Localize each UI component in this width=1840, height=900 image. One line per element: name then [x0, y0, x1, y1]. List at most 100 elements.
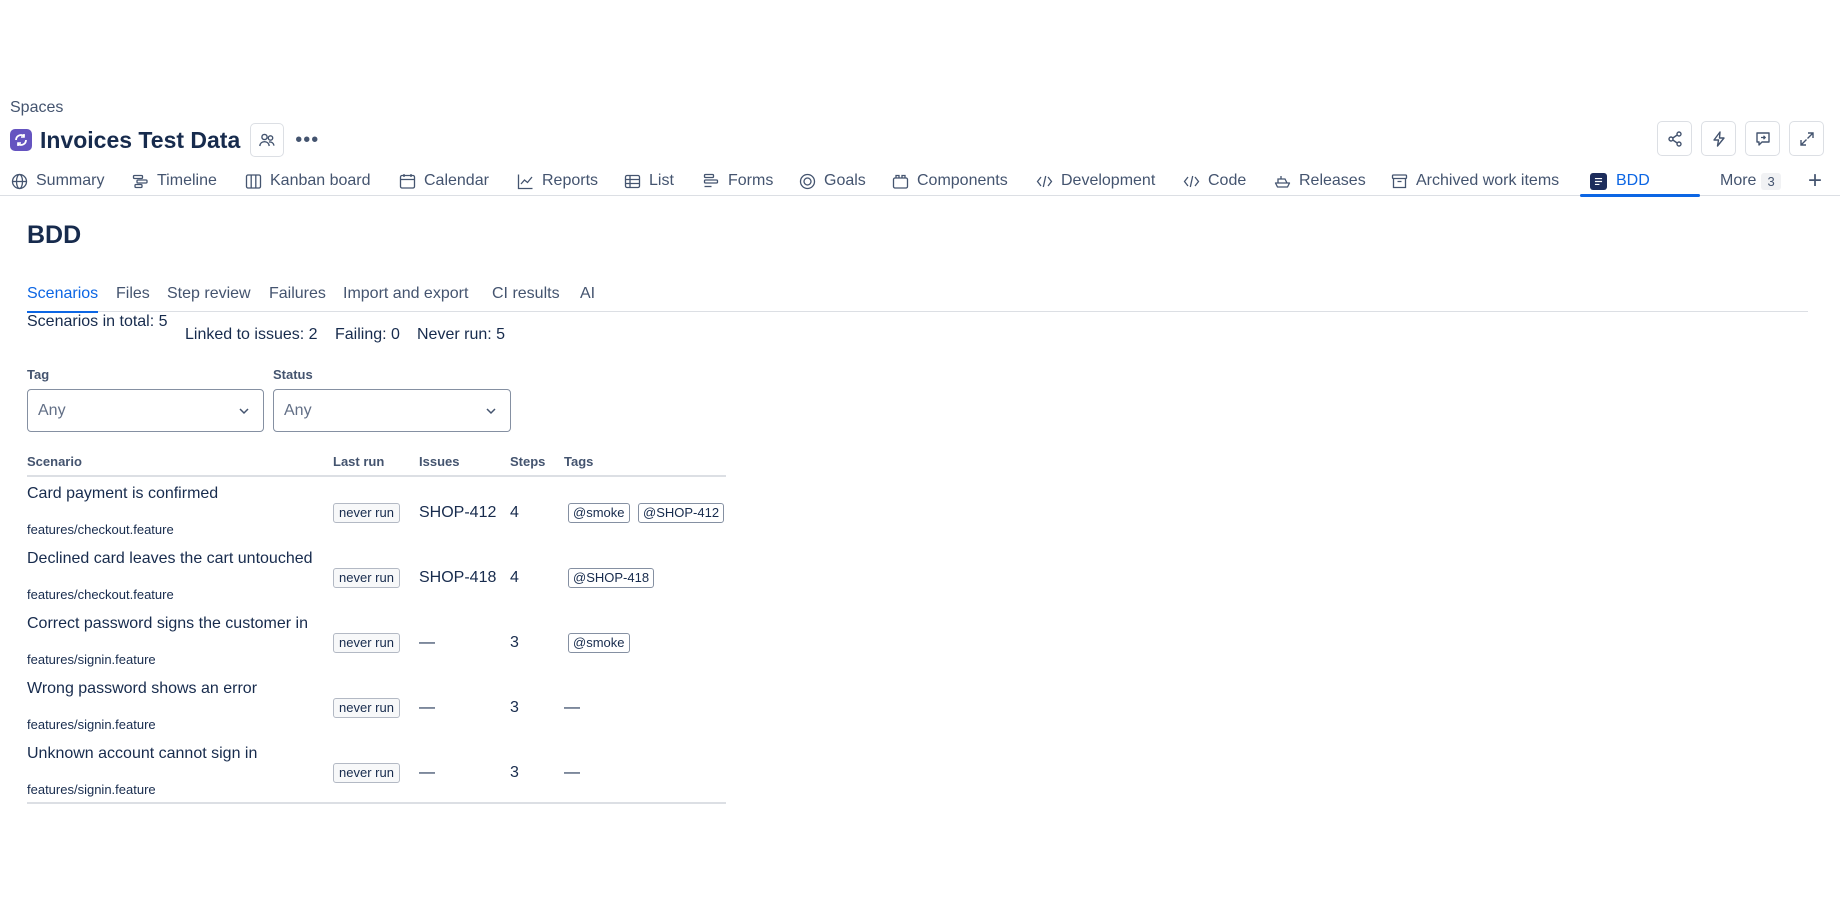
- people-icon: [259, 133, 275, 147]
- list-icon: [624, 174, 641, 188]
- nav-label: Forms: [728, 172, 774, 189]
- add-tab-button[interactable]: +: [1808, 166, 1822, 196]
- stat-never-run: Never run: 5: [417, 326, 506, 343]
- tag-chip[interactable]: @SHOP-412: [638, 503, 725, 523]
- scenario-name[interactable]: Declined card leaves the cart untouched: [27, 550, 313, 568]
- tag-filter-label: Tag: [27, 367, 50, 382]
- table-row[interactable]: Declined card leaves the cart untouched …: [27, 544, 726, 609]
- target-icon: [799, 173, 816, 189]
- nav-item-timeline[interactable]: Timeline: [132, 166, 217, 196]
- code-icon: [1183, 175, 1200, 187]
- nav-item-archived-work-items[interactable]: Archived work items: [1391, 166, 1559, 196]
- scenarios-table-header: Scenario Last run Issues Steps Tags: [27, 452, 726, 477]
- share-button[interactable]: [1657, 121, 1692, 156]
- nav-more-button[interactable]: More 3: [1720, 166, 1781, 196]
- share-icon: [1667, 130, 1682, 147]
- column-header-scenario[interactable]: Scenario: [27, 454, 82, 469]
- nav-label: Code: [1208, 172, 1247, 189]
- nav-item-kanban-board[interactable]: Kanban board: [245, 166, 371, 196]
- column-header-tags[interactable]: Tags: [564, 454, 593, 469]
- table-row[interactable]: Correct password signs the customer in f…: [27, 609, 726, 674]
- nav-item-summary[interactable]: Summary: [11, 166, 104, 196]
- column-header-last-run[interactable]: Last run: [333, 454, 384, 469]
- tab-files[interactable]: Files: [116, 282, 150, 312]
- bdd-tabs: Scenarios Files Step review Failures Imp…: [27, 282, 1808, 313]
- tab-scenarios[interactable]: Scenarios: [27, 282, 99, 313]
- project-sync-icon: [15, 134, 27, 146]
- issue-link[interactable]: SHOP-418: [419, 568, 496, 588]
- tag-chip[interactable]: @SHOP-418: [568, 568, 655, 588]
- steps-count: 3: [510, 699, 519, 716]
- automation-icon: [1712, 130, 1725, 147]
- team-button[interactable]: [250, 123, 285, 157]
- plus-icon: +: [1807, 167, 1822, 194]
- tab-step-review[interactable]: Step review: [167, 282, 251, 312]
- chevron-down-icon: [239, 408, 249, 415]
- tab-failures[interactable]: Failures: [269, 282, 326, 312]
- more-count-badge: 3: [1761, 172, 1781, 190]
- tag-chip[interactable]: @smoke: [568, 633, 630, 653]
- table-row[interactable]: Card payment is confirmed features/check…: [27, 479, 726, 544]
- status-filter-select[interactable]: Any: [273, 389, 511, 432]
- status-filter-label: Status: [273, 367, 313, 382]
- scenario-name[interactable]: Unknown account cannot sign in: [27, 745, 257, 763]
- project-header: Invoices Test Data •••: [10, 122, 324, 158]
- last-run-badge: never run: [333, 698, 400, 718]
- tab-ci-results[interactable]: CI results: [492, 282, 560, 312]
- scenario-name[interactable]: Card payment is confirmed: [27, 485, 218, 503]
- timeline-icon: [132, 174, 148, 188]
- tab-import-export[interactable]: Import and export: [343, 282, 468, 312]
- fullscreen-button[interactable]: [1789, 121, 1824, 156]
- breadcrumb[interactable]: Spaces: [10, 99, 63, 117]
- scenario-file: features/signin.feature: [27, 717, 156, 732]
- feedback-button[interactable]: [1745, 121, 1780, 156]
- board-icon: [245, 173, 262, 189]
- table-row[interactable]: Wrong password shows an error features/s…: [27, 674, 726, 739]
- space-navigation: Summary Timeline Kanban board Calendar R…: [0, 166, 1840, 197]
- nav-item-code[interactable]: Code: [1183, 166, 1246, 196]
- scenario-name[interactable]: Wrong password shows an error: [27, 680, 257, 698]
- nav-item-forms[interactable]: Forms: [703, 166, 773, 196]
- feedback-icon: [1755, 131, 1770, 146]
- nav-label: Releases: [1299, 172, 1366, 189]
- nav-label: Reports: [542, 172, 599, 189]
- scenario-file: features/checkout.feature: [27, 587, 174, 602]
- tab-ai[interactable]: AI: [580, 282, 595, 312]
- status-filter-value: Any: [284, 401, 312, 419]
- nav-item-releases[interactable]: Releases: [1274, 166, 1366, 196]
- nav-item-development[interactable]: Development: [1036, 166, 1155, 196]
- tags-empty: —: [564, 699, 580, 716]
- issue-empty: —: [419, 634, 435, 651]
- nav-label: Timeline: [157, 172, 217, 189]
- calendar-icon: [399, 173, 416, 189]
- nav-label: Summary: [36, 172, 105, 189]
- automation-button[interactable]: [1701, 121, 1736, 156]
- last-run-badge: never run: [333, 568, 400, 588]
- nav-item-goals[interactable]: Goals: [799, 166, 866, 196]
- tag-chip[interactable]: @smoke: [568, 503, 630, 523]
- archive-icon: [1391, 173, 1408, 188]
- column-header-steps[interactable]: Steps: [510, 454, 545, 469]
- table-row[interactable]: Unknown account cannot sign in features/…: [27, 739, 726, 804]
- nav-item-bdd[interactable]: BDD: [1580, 166, 1700, 197]
- tag-filter-value: Any: [38, 401, 66, 419]
- more-actions-button[interactable]: •••: [290, 123, 324, 157]
- column-header-issues[interactable]: Issues: [419, 454, 459, 469]
- issue-empty: —: [419, 764, 435, 781]
- scenario-name[interactable]: Correct password signs the customer in: [27, 615, 308, 633]
- nav-item-components[interactable]: Components: [892, 166, 1008, 196]
- nav-more-label: More: [1720, 172, 1757, 189]
- issue-link[interactable]: SHOP-412: [419, 503, 496, 523]
- project-title: Invoices Test Data: [40, 126, 241, 153]
- project-avatar[interactable]: [10, 129, 32, 151]
- chevron-down-icon: [486, 408, 496, 415]
- tag-filter-select[interactable]: Any: [27, 389, 264, 432]
- stat-total: Scenarios in total: 5: [27, 313, 168, 330]
- nav-label: BDD: [1616, 172, 1650, 189]
- nav-item-reports[interactable]: Reports: [517, 166, 598, 196]
- page-title: BDD: [27, 221, 82, 249]
- nav-label: Development: [1061, 172, 1156, 189]
- nav-item-calendar[interactable]: Calendar: [399, 166, 489, 196]
- last-run-badge: never run: [333, 633, 400, 653]
- nav-item-list[interactable]: List: [624, 166, 674, 196]
